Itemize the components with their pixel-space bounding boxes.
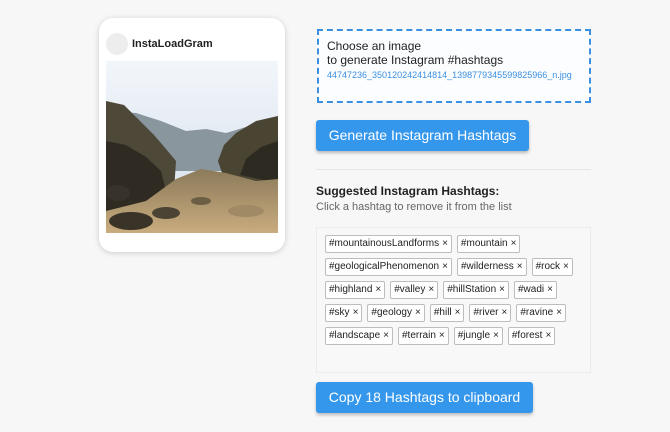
hashtag-chip[interactable]: #sky × bbox=[325, 304, 363, 322]
selected-filename: 44747236_350120242414814_139877934559982… bbox=[327, 70, 572, 80]
remove-hashtag-icon[interactable]: × bbox=[439, 330, 445, 341]
avatar bbox=[106, 33, 128, 55]
hashtag-chip[interactable]: #hillStation × bbox=[443, 281, 509, 299]
picker-instruction-detail: to generate Instagram #hashtags bbox=[327, 53, 504, 67]
hashtag-chip[interactable]: #terrain × bbox=[398, 327, 449, 345]
hashtag-label: #sky bbox=[329, 307, 350, 318]
remove-hashtag-icon[interactable]: × bbox=[502, 307, 508, 318]
remove-hashtag-icon[interactable]: × bbox=[556, 307, 562, 318]
remove-hashtag-icon[interactable]: × bbox=[415, 307, 421, 318]
remove-hashtag-icon[interactable]: × bbox=[375, 284, 381, 295]
remove-hashtag-icon[interactable]: × bbox=[442, 238, 448, 249]
suggestions-title: Suggested Instagram Hashtags: bbox=[316, 184, 500, 198]
hashtag-label: #mountainousLandforms bbox=[329, 238, 440, 249]
hashtag-chip[interactable]: #mountainousLandforms × bbox=[325, 235, 452, 253]
preview-photo bbox=[106, 61, 278, 233]
remove-hashtag-icon[interactable]: × bbox=[563, 261, 569, 272]
hashtag-chip[interactable]: #geology × bbox=[367, 304, 425, 322]
hashtag-label: #river bbox=[473, 307, 499, 318]
hashtag-chip[interactable]: #hill × bbox=[429, 304, 465, 322]
hashtag-label: #terrain bbox=[402, 330, 436, 341]
hashtag-chip[interactable]: #highland × bbox=[325, 281, 386, 299]
landscape-photo-image bbox=[106, 61, 278, 233]
remove-hashtag-icon[interactable]: × bbox=[455, 307, 461, 318]
remove-hashtag-icon[interactable]: × bbox=[545, 330, 551, 341]
hashtag-label: #geology bbox=[371, 307, 412, 318]
hashtag-chip[interactable]: #jungle × bbox=[453, 327, 503, 345]
remove-hashtag-icon[interactable]: × bbox=[499, 284, 505, 295]
hashtag-chip[interactable]: #wadi × bbox=[513, 281, 557, 299]
suggestions-subtitle: Click a hashtag to remove it from the li… bbox=[316, 201, 512, 213]
hashtag-chip[interactable]: #rock × bbox=[531, 258, 573, 276]
hashtag-label: #forest bbox=[511, 330, 543, 341]
hashtag-chip[interactable]: #wilderness × bbox=[456, 258, 527, 276]
remove-hashtag-icon[interactable]: × bbox=[383, 330, 389, 341]
hashtag-label: #wilderness bbox=[460, 261, 514, 272]
generate-hashtags-button[interactable]: Generate Instagram Hashtags bbox=[316, 120, 529, 151]
hashtag-label: #hill bbox=[433, 307, 452, 318]
picker-instruction: Choose an image bbox=[327, 39, 422, 53]
remove-hashtag-icon[interactable]: × bbox=[517, 261, 523, 272]
hashtag-chip[interactable]: #mountain × bbox=[456, 235, 521, 253]
remove-hashtag-icon[interactable]: × bbox=[353, 307, 359, 318]
hashtag-chip[interactable]: #ravine × bbox=[516, 304, 566, 322]
hashtag-label: #hillStation bbox=[447, 284, 497, 295]
hashtag-label: #highland bbox=[329, 284, 373, 295]
hashtag-label: #mountain bbox=[460, 238, 508, 249]
preview-username: InstaLoadGram bbox=[132, 38, 213, 50]
hashtag-chip[interactable]: #valley × bbox=[390, 281, 439, 299]
remove-hashtag-icon[interactable]: × bbox=[547, 284, 553, 295]
remove-hashtag-icon[interactable]: × bbox=[493, 330, 499, 341]
hashtag-label: #jungle bbox=[457, 330, 491, 341]
hashtag-label: #valley bbox=[394, 284, 426, 295]
image-file-picker[interactable]: Choose an image to generate Instagram #h… bbox=[317, 29, 591, 103]
post-preview-card: InstaLoadGram bbox=[99, 18, 285, 252]
remove-hashtag-icon[interactable]: × bbox=[511, 238, 517, 249]
hashtag-label: #wadi bbox=[517, 284, 545, 295]
hashtag-chip[interactable]: #landscape × bbox=[325, 327, 393, 345]
remove-hashtag-icon[interactable]: × bbox=[442, 261, 448, 272]
hashtag-label: #landscape bbox=[329, 330, 381, 341]
copy-hashtags-button[interactable]: Copy 18 Hashtags to clipboard bbox=[316, 382, 533, 413]
hashtag-chip[interactable]: #forest × bbox=[507, 327, 556, 345]
section-divider bbox=[316, 169, 591, 170]
hashtag-label: #geologicalPhenomenon bbox=[329, 261, 440, 272]
remove-hashtag-icon[interactable]: × bbox=[428, 284, 434, 295]
hashtag-label: #ravine bbox=[520, 307, 554, 318]
hashtag-chip[interactable]: #geologicalPhenomenon × bbox=[325, 258, 452, 276]
hashtag-label: #rock bbox=[535, 261, 561, 272]
hashtag-chip[interactable]: #river × bbox=[469, 304, 512, 322]
hashtag-list: #mountainousLandforms × #mountain × #geologi… bbox=[316, 227, 591, 373]
